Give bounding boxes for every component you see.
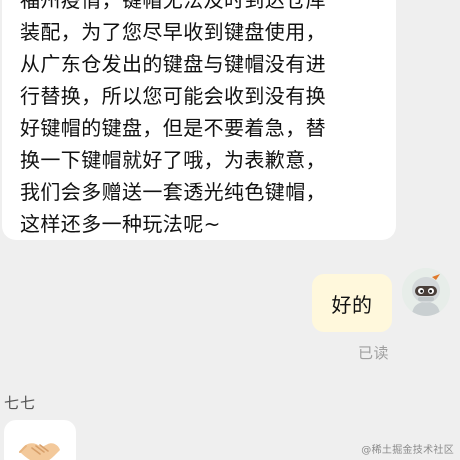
outgoing-message-bubble[interactable]: 好的 xyxy=(312,274,392,332)
message-line: 换一下键帽就好了哦，为表歉意， xyxy=(20,148,326,172)
message-line: 从广东仓发出的键盘与键帽没有进 xyxy=(20,52,326,76)
message-line: 福州疫情，键帽无法及时到达仓库 xyxy=(20,0,326,12)
message-line: 装配，为了您尽早收到键盘使用， xyxy=(20,20,326,44)
incoming-message-bubble[interactable]: 福州疫情，键帽无法及时到达仓库 装配，为了您尽早收到键盘使用， 从广东仓发出的键… xyxy=(2,0,396,240)
read-status: 已读 xyxy=(358,344,390,362)
handshake-emoji xyxy=(19,443,60,460)
message-line: 行替换，所以您可能会收到没有换 xyxy=(20,84,326,108)
sender-name: 七七 xyxy=(4,394,37,412)
incoming-emoji-bubble[interactable] xyxy=(4,420,76,460)
chat-conversation: 福州疫情，键帽无法及时到达仓库 装配，为了您尽早收到键盘使用， 从广东仓发出的键… xyxy=(0,0,460,460)
message-line: 我们会多赠送一套透光纯色键帽， xyxy=(20,180,326,204)
ninja-avatar-icon[interactable] xyxy=(402,268,450,316)
message-line: 好键帽的键盘，但是不要着急，替 xyxy=(20,116,326,140)
watermark: @稀土掘金技术社区 xyxy=(361,445,454,456)
message-text: 福州疫情，键帽无法及时到达仓库 装配，为了您尽早收到键盘使用， 从广东仓发出的键… xyxy=(20,0,388,240)
message-line: 这样还多一种玩法呢~ xyxy=(20,212,221,236)
